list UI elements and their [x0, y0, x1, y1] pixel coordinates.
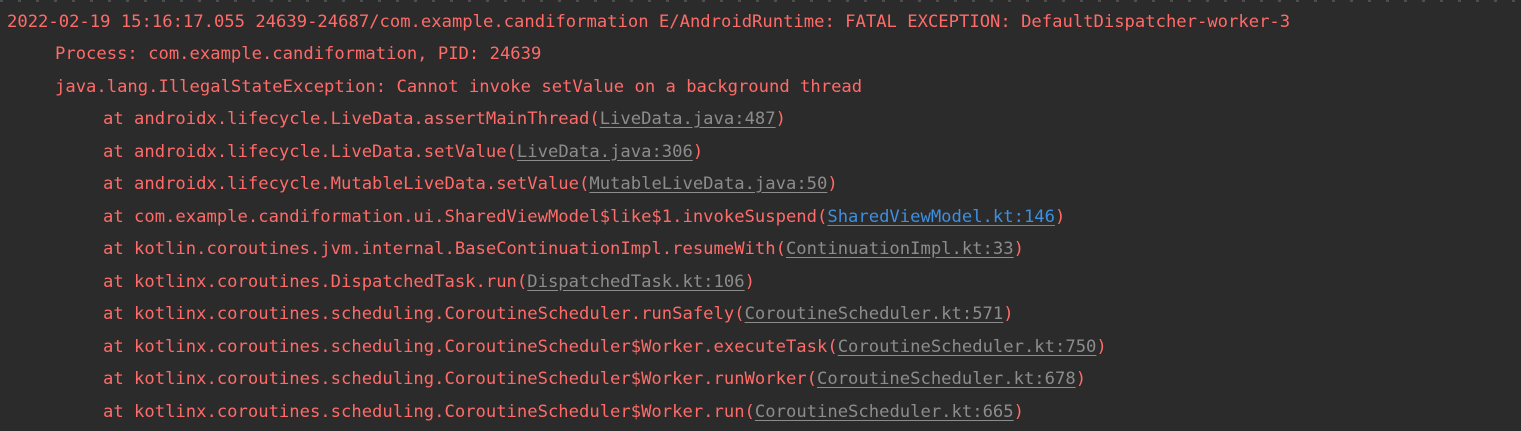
source-link[interactable]: CoroutineScheduler.kt:665	[755, 402, 1014, 422]
stack-frame-method: at androidx.lifecycle.LiveData.assertMai…	[103, 109, 600, 129]
stack-frame-method: at kotlinx.coroutines.scheduling.Corouti…	[103, 337, 838, 357]
stack-frame-close: )	[1055, 207, 1066, 227]
project-source-link[interactable]: SharedViewModel.kt:146	[827, 207, 1055, 227]
stack-frame: at kotlin.coroutines.jvm.internal.BaseCo…	[103, 233, 1024, 265]
stack-frame: at androidx.lifecycle.LiveData.setValue(…	[103, 136, 703, 168]
stack-frame-close: )	[1003, 304, 1014, 324]
stack-frame-close: )	[1075, 369, 1087, 389]
stack-frame-method: at kotlinx.coroutines.scheduling.Corouti…	[103, 369, 817, 389]
truncated-previous-line	[0, 0, 1521, 2]
stack-frame-close: )	[1013, 239, 1024, 259]
stack-frame-method: at kotlinx.coroutines.scheduling.Corouti…	[103, 304, 745, 324]
stack-frame-method: at kotlinx.coroutines.scheduling.Corouti…	[103, 402, 755, 422]
source-link[interactable]: LiveData.java:306	[517, 142, 693, 162]
stack-frame: at androidx.lifecycle.LiveData.assertMai…	[103, 103, 786, 135]
source-link[interactable]: CoroutineScheduler.kt:571	[745, 304, 1004, 324]
source-link[interactable]: ContinuationImpl.kt:33	[786, 239, 1014, 259]
source-link[interactable]: MutableLiveData.java:50	[589, 174, 827, 194]
logcat-console[interactable]: 2022-02-19 15:16:17.055 24639-24687/com.…	[0, 0, 1521, 431]
stack-frame-close: )	[827, 174, 838, 194]
stack-frame-close: )	[1013, 402, 1024, 422]
source-link[interactable]: LiveData.java:487	[600, 109, 776, 129]
stack-frame: at com.example.candiformation.ui.SharedV…	[103, 201, 1065, 233]
stack-frame-close: )	[1096, 337, 1107, 357]
stack-frame-method: at androidx.lifecycle.LiveData.setValue(	[103, 142, 517, 162]
stack-frame: at kotlinx.coroutines.DispatchedTask.run…	[103, 266, 755, 298]
log-header-line: 2022-02-19 15:16:17.055 24639-24687/com.…	[7, 12, 1291, 32]
stack-frame-method: at kotlinx.coroutines.DispatchedTask.run…	[103, 272, 528, 292]
source-link[interactable]: CoroutineScheduler.kt:750	[838, 337, 1097, 357]
stack-frame: at kotlinx.coroutines.scheduling.Corouti…	[103, 396, 1024, 428]
process-line: Process: com.example.candiformation, PID…	[55, 44, 542, 64]
stack-frame-close: )	[692, 142, 704, 162]
stack-frame-method: at com.example.candiformation.ui.SharedV…	[103, 207, 828, 227]
source-link[interactable]: CoroutineScheduler.kt:678	[817, 369, 1076, 389]
exception-line: java.lang.IllegalStateException: Cannot …	[55, 77, 863, 97]
stack-frame: at kotlinx.coroutines.scheduling.Corouti…	[103, 298, 1014, 330]
stack-frame: at androidx.lifecycle.MutableLiveData.se…	[103, 168, 838, 200]
source-link[interactable]: DispatchedTask.kt:106	[527, 272, 744, 292]
stack-frame-method: at androidx.lifecycle.MutableLiveData.se…	[103, 174, 590, 194]
stack-frame: at kotlinx.coroutines.scheduling.Corouti…	[103, 331, 1107, 363]
stack-frame-close: )	[775, 109, 786, 129]
stack-frame: at kotlinx.coroutines.scheduling.Corouti…	[103, 363, 1086, 395]
stack-frame-close: )	[744, 272, 755, 292]
stack-frame-method: at kotlin.coroutines.jvm.internal.BaseCo…	[103, 239, 786, 259]
